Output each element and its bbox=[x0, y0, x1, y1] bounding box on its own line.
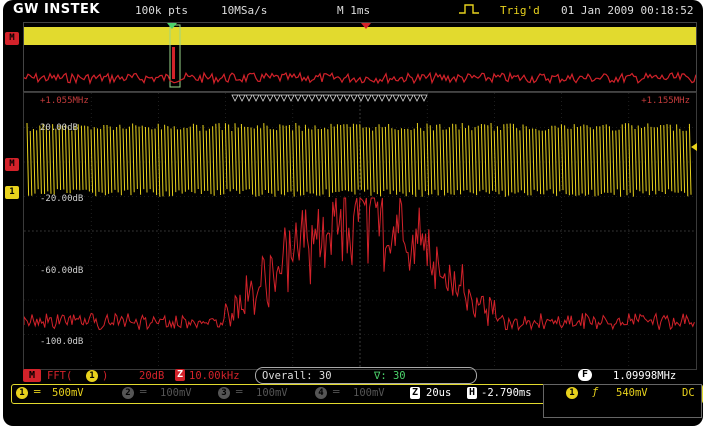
ch1-level-marker bbox=[691, 143, 697, 151]
math-zoom-tag: Z bbox=[175, 369, 186, 381]
ch1-icon[interactable]: 1 bbox=[16, 387, 28, 399]
sample-rate: 10MSa/s bbox=[221, 4, 268, 17]
ch3-icon[interactable]: 3 bbox=[218, 387, 230, 399]
ch2-coupling-icon: ═ bbox=[140, 386, 147, 398]
trigger-settings-box[interactable]: 1 ƒ 540mV DC bbox=[543, 384, 702, 418]
ch4-icon[interactable]: 4 bbox=[315, 387, 327, 399]
ch2-icon[interactable]: 2 bbox=[122, 387, 134, 399]
overview-svg bbox=[24, 23, 696, 88]
math-overview-trace bbox=[24, 71, 696, 85]
trigger-status: Trig'd bbox=[500, 4, 540, 17]
ch3-coupling-icon: ═ bbox=[236, 386, 243, 398]
ch2-volts[interactable]: 100mV bbox=[160, 387, 192, 399]
frequency-tag: F bbox=[578, 369, 593, 381]
trigger-level: 540mV bbox=[616, 387, 648, 399]
math-status-row: M FFT( 1 ) 20dB Z 10.00kHz Overall: 30 ∇… bbox=[23, 367, 695, 384]
ch4-coupling-icon: ═ bbox=[333, 386, 340, 398]
ch1-volts[interactable]: 500mV bbox=[52, 387, 84, 399]
math-close-paren: ) bbox=[102, 370, 109, 382]
span-markers bbox=[231, 94, 428, 102]
ch3-volts[interactable]: 100mV bbox=[256, 387, 288, 399]
zoom-position-marker bbox=[167, 23, 177, 29]
timebase: M 1ms bbox=[337, 4, 371, 17]
date-time: 01 Jan 2009 00:18:52 bbox=[561, 4, 694, 17]
trigger-position-marker bbox=[361, 23, 371, 29]
stop-frequency: +1.155MHz bbox=[641, 96, 690, 106]
overall-label: Overall: 30 bbox=[262, 370, 332, 382]
ch4-volts[interactable]: 100mV bbox=[353, 387, 385, 399]
math-function[interactable]: FFT( bbox=[47, 370, 72, 382]
record-length: 100k pts bbox=[135, 4, 188, 17]
zoom-time[interactable]: 20us bbox=[426, 387, 451, 399]
ch1-coupling-icon: ═ bbox=[34, 386, 41, 398]
frequency-readout: 1.09998MHz bbox=[613, 370, 677, 382]
db-label-neg100: -100.0dB bbox=[40, 337, 84, 347]
math-zoom-span[interactable]: 10.00kHz bbox=[189, 370, 240, 382]
db-label-neg60: -60.00dB bbox=[40, 266, 84, 276]
math-marker-main: M bbox=[5, 158, 19, 171]
trigger-slope-icon: ƒ bbox=[592, 386, 599, 398]
ch1-zoom-trace bbox=[26, 122, 692, 197]
main-graticule: +1.055MHz +1.155MHz 20.00dB -20.00dB -60… bbox=[23, 92, 697, 370]
math-scale[interactable]: 20dB bbox=[139, 370, 164, 382]
trigger-coupling: DC bbox=[682, 387, 695, 399]
overall-box[interactable]: Overall: 30 ∇: 30 bbox=[255, 367, 477, 384]
db-label-neg20: -20.00dB bbox=[40, 194, 84, 204]
trigger-edge-icon bbox=[458, 3, 480, 18]
trigger-source-icon: 1 bbox=[566, 387, 578, 399]
math-tag[interactable]: M bbox=[23, 369, 41, 382]
horizontal-position[interactable]: -2.790ms bbox=[481, 387, 532, 399]
overview-spike bbox=[172, 47, 175, 79]
delta-label: ∇: 30 bbox=[374, 370, 406, 382]
horizontal-zoom-tag: Z bbox=[410, 387, 421, 399]
start-frequency: +1.055MHz bbox=[40, 96, 89, 106]
ch1-marker: 1 bbox=[5, 186, 19, 199]
horizontal-position-tag: H bbox=[467, 387, 478, 399]
overview-window[interactable] bbox=[23, 22, 697, 92]
oscilloscope-screen: GW INSTEK 100k pts 10MSa/s M 1ms Trig'd … bbox=[3, 0, 703, 426]
math-marker-top: M bbox=[5, 32, 19, 45]
db-label-20: 20.00dB bbox=[40, 123, 78, 133]
main-svg bbox=[24, 93, 696, 369]
fft-source-icon: 1 bbox=[86, 370, 98, 382]
brand-logo: GW INSTEK bbox=[13, 2, 100, 17]
fft-spectrum-trace bbox=[24, 197, 695, 332]
top-status-bar: GW INSTEK 100k pts 10MSa/s M 1ms Trig'd … bbox=[3, 0, 703, 20]
